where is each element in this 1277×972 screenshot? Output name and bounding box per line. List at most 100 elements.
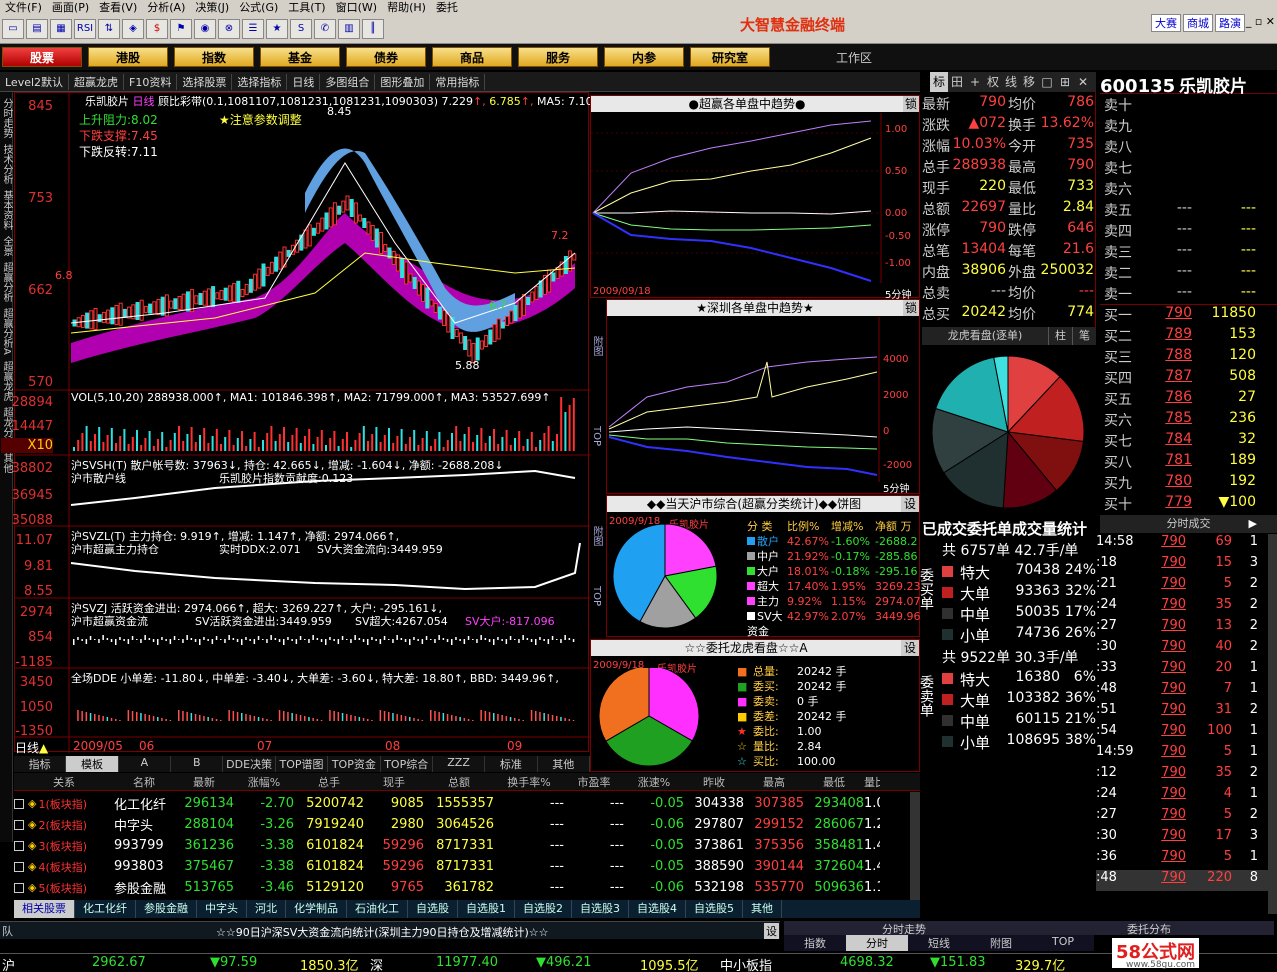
- flag-icon[interactable]: ⚑: [170, 19, 192, 39]
- side-tab-fitu-1[interactable]: 附图: [590, 336, 602, 356]
- top-link-mall[interactable]: 商城: [1183, 14, 1213, 32]
- panel-sz-lock[interactable]: 锁: [903, 300, 919, 316]
- bottom-tab-12[interactable]: 自选股5: [686, 900, 743, 918]
- left-vtab-1[interactable]: 技术分析: [0, 144, 12, 184]
- longhu-bar-button[interactable]: 柱: [1048, 327, 1072, 345]
- left-vtab-3[interactable]: 全景: [0, 236, 12, 256]
- diamond-icon[interactable]: ◈: [122, 19, 144, 39]
- rb-tab-0[interactable]: 指数: [784, 935, 846, 951]
- table-row[interactable]: ◈ 5(板块指) 参股金融 513765 -3.46 5129120 9765 361782 -…: [14, 877, 920, 898]
- bottom-tab-1[interactable]: 化工化纤: [75, 900, 136, 918]
- chart-icon[interactable]: ▤: [26, 19, 48, 39]
- row-checkbox[interactable]: [14, 819, 24, 830]
- calc-icon[interactable]: ▥: [338, 19, 360, 39]
- ind-tab-6[interactable]: TOP资金: [328, 756, 381, 772]
- rb-head-order-dist[interactable]: 委托分布: [1024, 921, 1274, 936]
- menu-item-5[interactable]: 公式(G): [234, 0, 283, 14]
- nav-2[interactable]: 指数: [174, 47, 254, 67]
- subbar-2[interactable]: F10资料: [124, 73, 178, 90]
- ind-tab-0[interactable]: 指标: [14, 756, 67, 772]
- panel-order-settings[interactable]: 设: [901, 640, 919, 656]
- menu-item-7[interactable]: 窗口(W): [331, 0, 382, 14]
- dollar-icon[interactable]: $: [146, 19, 168, 39]
- subbar-1[interactable]: 超赢龙虎: [69, 73, 125, 90]
- ind-tab-2[interactable]: A: [118, 756, 172, 772]
- menu-item-2[interactable]: 查看(V): [94, 0, 142, 14]
- side-tab-top-2[interactable]: TOP: [590, 586, 602, 606]
- nav-3[interactable]: 基金: [260, 47, 340, 67]
- ask-price[interactable]: ---: [1150, 200, 1192, 216]
- table-row[interactable]: ◈ 3(板块指) 993799 361236 -3.38 6101824 59296 8717…: [14, 835, 920, 856]
- workarea-label[interactable]: 工作区: [836, 49, 872, 66]
- bid-price[interactable]: 790: [1150, 305, 1192, 321]
- nav-7[interactable]: 内参: [604, 47, 684, 67]
- rb-tab-2[interactable]: 短线: [908, 935, 970, 951]
- list-icon[interactable]: ☰: [242, 19, 264, 39]
- rb-head-timeshare[interactable]: 分时走势: [784, 921, 1024, 936]
- table-head-1[interactable]: 名称: [114, 774, 174, 790]
- table-head-4[interactable]: 总手: [294, 774, 364, 790]
- row-checkbox[interactable]: [14, 840, 24, 851]
- ind-tab-7[interactable]: TOP综合: [380, 756, 433, 772]
- bid-price[interactable]: 787: [1150, 368, 1192, 384]
- ind-tab-10[interactable]: 其他: [537, 756, 590, 772]
- rsi-icon[interactable]: RSI: [74, 19, 96, 39]
- ind-tab-1[interactable]: 模板: [66, 756, 119, 772]
- ask-price[interactable]: ---: [1150, 284, 1192, 300]
- ticks-scrollbar[interactable]: [1268, 534, 1277, 914]
- table-row[interactable]: ◈ 2(板块指) 中字头 288104 -3.26 7919240 2980 3064526 -…: [14, 814, 920, 835]
- table-head-3[interactable]: 涨幅%: [234, 774, 294, 790]
- nav-6[interactable]: 服务: [518, 47, 598, 67]
- menu-item-4[interactable]: 决策(J): [190, 0, 234, 14]
- window-controls[interactable]: _ ▫ ✕: [1246, 15, 1275, 28]
- panel-sh-lock[interactable]: 锁: [903, 96, 919, 112]
- nav-1[interactable]: 港股: [88, 47, 168, 67]
- table-head-5[interactable]: 现手: [364, 774, 424, 790]
- bottom-tab-6[interactable]: 石油化工: [347, 900, 408, 918]
- bottom-tab-8[interactable]: 自选股1: [458, 900, 515, 918]
- table-head-11[interactable]: 最高: [744, 774, 804, 790]
- bottom-tab-2[interactable]: 参股金融: [136, 900, 197, 918]
- bottom-tab-4[interactable]: 河北: [247, 900, 286, 918]
- bid-price[interactable]: 785: [1150, 410, 1192, 426]
- menu-item-3[interactable]: 分析(A): [142, 0, 190, 14]
- panel-pie-settings[interactable]: 设: [901, 496, 919, 512]
- table-head-7[interactable]: 换手率%: [494, 774, 564, 790]
- bottom-tab-0[interactable]: 相关股票: [14, 900, 75, 918]
- phone-icon[interactable]: ✆: [314, 19, 336, 39]
- table-head-10[interactable]: 昨收: [684, 774, 744, 790]
- table-head-13[interactable]: 量比: [864, 774, 880, 790]
- left-vtab-5[interactable]: 超赢分析A: [0, 308, 12, 355]
- table-scrollbar[interactable]: [910, 792, 920, 900]
- menu-item-6[interactable]: 工具(T): [283, 0, 330, 14]
- bid-price[interactable]: 788: [1150, 347, 1192, 363]
- quote-tab-0[interactable]: 标: [930, 72, 948, 92]
- barcode-icon[interactable]: ║: [362, 19, 384, 39]
- subbar-4[interactable]: 选择指标: [232, 73, 288, 90]
- table-head-8[interactable]: 市盈率: [564, 774, 624, 790]
- footer-settings[interactable]: 设: [764, 923, 779, 939]
- bid-price[interactable]: 780: [1150, 473, 1192, 489]
- menu-item-0[interactable]: 文件(F): [0, 0, 47, 14]
- star-icon[interactable]: ★: [266, 19, 288, 39]
- top-link-roadshow[interactable]: 路演: [1215, 14, 1245, 32]
- s-icon[interactable]: S: [290, 19, 312, 39]
- table-head-2[interactable]: 最新: [174, 774, 234, 790]
- longhu-tick-button[interactable]: 笔: [1072, 327, 1096, 345]
- subbar-3[interactable]: 选择股票: [177, 73, 233, 90]
- nav-5[interactable]: 商品: [432, 47, 512, 67]
- open-icon[interactable]: ▭: [2, 19, 24, 39]
- quote-tab-8[interactable]: ✕: [1074, 72, 1092, 92]
- quote-tab-4[interactable]: 线: [1002, 72, 1020, 92]
- table-head-0[interactable]: 关系: [14, 774, 114, 790]
- ask-price[interactable]: ---: [1150, 221, 1192, 237]
- bid-price[interactable]: 789: [1150, 326, 1192, 342]
- ind-tab-9[interactable]: 标准: [485, 756, 538, 772]
- period-indicator[interactable]: 日线▲: [15, 739, 48, 756]
- table-row[interactable]: ◈ 1(板块指) 化工化纤 296134 -2.70 5200742 9085 1555357…: [14, 793, 920, 814]
- side-tab-fitu-2[interactable]: 附图: [590, 526, 602, 546]
- nav-0[interactable]: 股票: [2, 47, 82, 67]
- ind-tab-4[interactable]: DDE决策: [223, 756, 276, 772]
- quote-tab-1[interactable]: 田: [948, 72, 966, 92]
- ticks-next-icon[interactable]: ▶: [1249, 515, 1257, 533]
